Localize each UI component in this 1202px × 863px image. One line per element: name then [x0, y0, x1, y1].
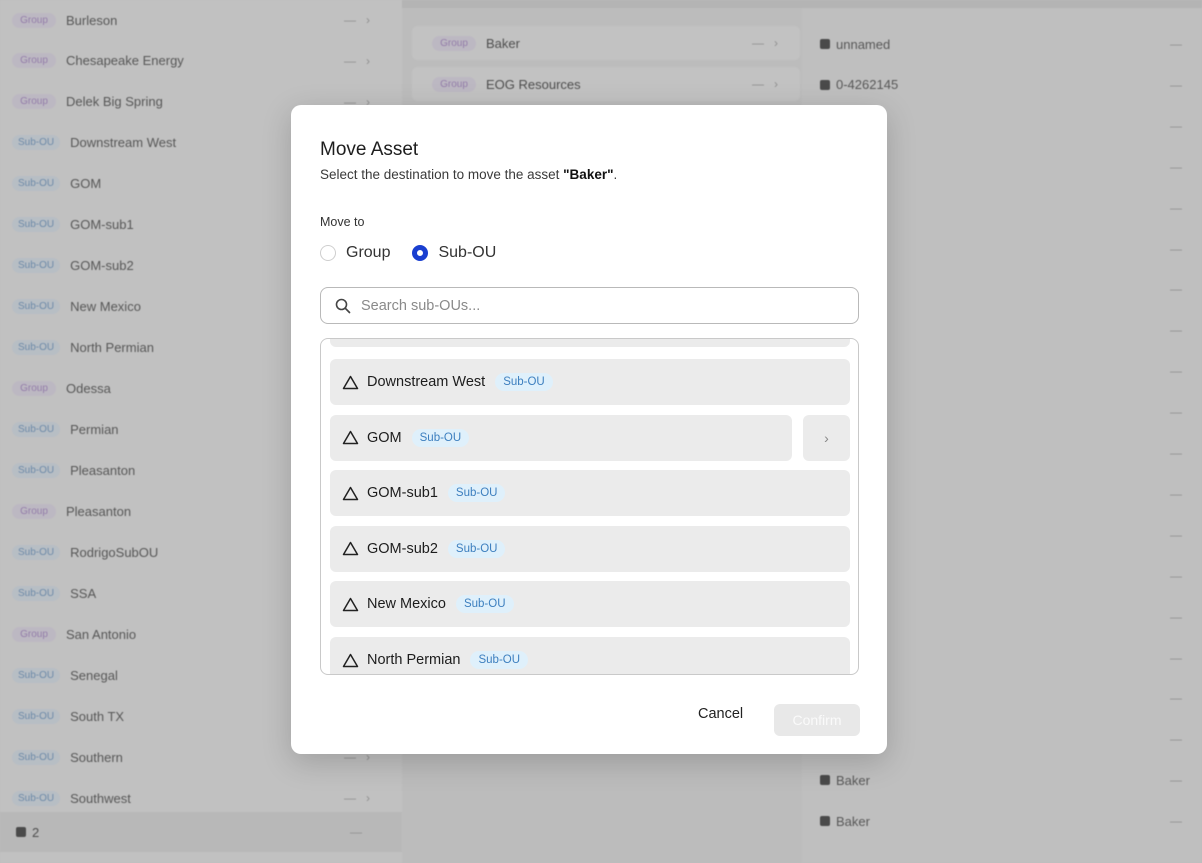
- radio-group[interactable]: Group: [320, 244, 390, 262]
- expand-children-button[interactable]: ›: [803, 414, 850, 461]
- sub-ou-badge: Sub-OU: [455, 595, 514, 614]
- radio-group-label: Group: [346, 244, 391, 261]
- sub-ou-badge: Sub-OU: [447, 484, 506, 503]
- move-to-label: Move to: [320, 215, 365, 229]
- search-field[interactable]: [320, 287, 859, 324]
- list-item[interactable]: New Mexico Sub-OU: [330, 581, 850, 628]
- radio-subou-circle[interactable]: [412, 245, 429, 261]
- asset-name: "Baker": [563, 167, 614, 182]
- item-name: GOM-sub2: [367, 540, 438, 557]
- subtitle-prefix: Select the destination to move the asset: [320, 167, 564, 182]
- item-name: North Permian: [367, 652, 461, 668]
- dialog-title: Move Asset: [320, 139, 419, 160]
- cancel-button[interactable]: Cancel: [698, 706, 743, 722]
- search-icon: [335, 298, 351, 313]
- sub-ou-badge: Sub-OU: [495, 373, 553, 391]
- triangle-icon: [342, 597, 359, 612]
- confirm-button[interactable]: Confirm: [774, 704, 860, 736]
- list-item-partial[interactable]: [330, 339, 850, 347]
- triangle-icon: [342, 430, 359, 445]
- sub-ou-badge: Sub-OU: [447, 539, 506, 558]
- triangle-icon: [342, 653, 359, 667]
- list-item[interactable]: GOM-sub2 Sub-OU: [330, 525, 850, 572]
- list-item[interactable]: Downstream West Sub-OU: [330, 359, 850, 405]
- move-asset-dialog: Move Asset Select the destination to mov…: [291, 105, 887, 754]
- sub-ou-list[interactable]: Downstream West Sub-OU GOM Sub-OU › GOM-sub1 S…: [320, 338, 859, 675]
- list-item[interactable]: North Permian Sub-OU: [330, 637, 850, 674]
- radio-group-circle[interactable]: [320, 245, 336, 261]
- destination-type-radios: Group Sub-OU: [320, 244, 518, 262]
- triangle-icon: [342, 486, 359, 500]
- item-name: GOM-sub1: [367, 485, 438, 502]
- dialog-subtitle: Select the destination to move the asset…: [320, 167, 617, 182]
- item-name: Downstream West: [367, 374, 486, 390]
- sub-ou-badge: Sub-OU: [411, 428, 470, 447]
- item-name: GOM: [367, 429, 402, 446]
- subtitle-suffix: .: [613, 167, 618, 182]
- list-item[interactable]: GOM Sub-OU: [330, 414, 792, 461]
- triangle-icon: [342, 375, 359, 389]
- item-name: New Mexico: [367, 596, 446, 613]
- list-item[interactable]: GOM-sub1 Sub-OU: [330, 470, 850, 517]
- search-input[interactable]: [361, 297, 831, 314]
- triangle-icon: [342, 542, 359, 556]
- radio-subou[interactable]: Sub-OU: [412, 244, 496, 262]
- sub-ou-badge: Sub-OU: [470, 651, 529, 669]
- radio-subou-label: Sub-OU: [438, 244, 497, 261]
- chevron-right-icon: ›: [824, 429, 829, 446]
